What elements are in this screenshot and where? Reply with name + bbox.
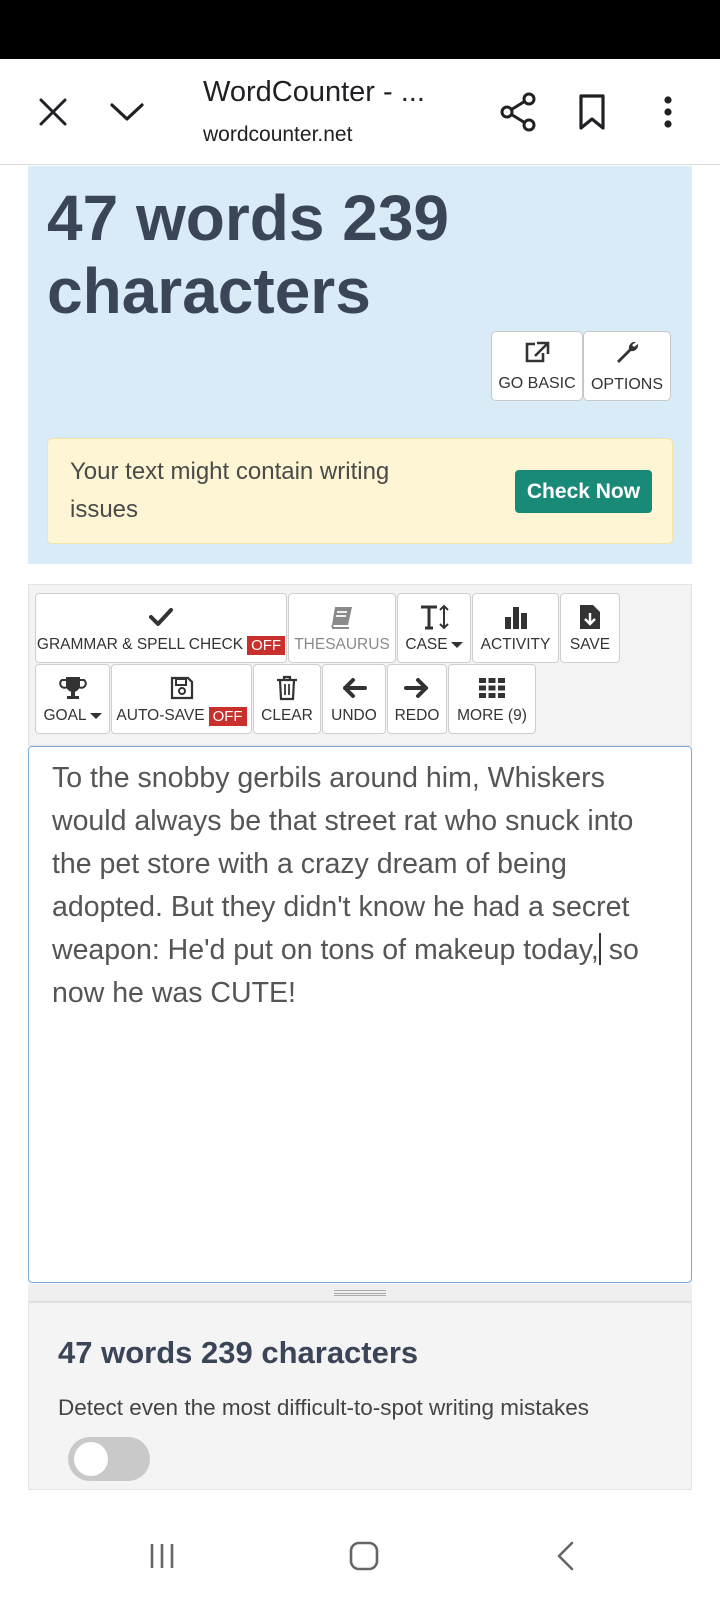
external-link-icon (523, 340, 551, 369)
file-download-icon (578, 602, 602, 632)
text-height-icon (419, 602, 449, 632)
check-icon (148, 602, 174, 632)
text-editor[interactable]: To the snobby gerbils around him, Whiske… (28, 746, 692, 1283)
grammar-off-badge: OFF (247, 635, 286, 655)
arrow-left-icon (341, 673, 367, 703)
book-icon (329, 602, 355, 632)
redo-button[interactable]: REDO (387, 664, 447, 734)
chevron-down-icon[interactable] (105, 92, 149, 132)
page-content: 47 words 239 characters GO BASIC OPTIONS … (0, 166, 720, 1510)
editor-resize-handle[interactable] (28, 1284, 692, 1302)
grammar-spell-check-button[interactable]: GRAMMAR & SPELL CHECK OFF (35, 593, 287, 663)
trash-icon (276, 673, 298, 703)
hero-word-count: 47 words 239 characters (47, 182, 449, 327)
wrench-icon (614, 339, 640, 370)
counter-hero: 47 words 239 characters GO BASIC OPTIONS … (28, 166, 692, 564)
share-icon[interactable] (496, 90, 540, 134)
floppy-disk-icon (170, 673, 194, 703)
bookmark-icon[interactable] (572, 90, 612, 134)
footer-word-count: 47 words 239 characters (58, 1335, 419, 1370)
page-url[interactable]: wordcounter.net (203, 123, 352, 147)
page-title[interactable]: WordCounter - ... (203, 76, 425, 109)
save-button[interactable]: SAVE (560, 593, 620, 663)
back-icon[interactable] (544, 1536, 588, 1576)
close-icon[interactable] (33, 92, 73, 132)
status-bar (0, 0, 720, 59)
auto-save-button[interactable]: AUTO-SAVE OFF (111, 664, 252, 734)
home-icon[interactable] (342, 1536, 386, 1576)
stats-footer: 47 words 239 characters Detect even the … (28, 1302, 692, 1490)
more-button[interactable]: MORE (9) (448, 664, 536, 734)
toggle-knob (74, 1442, 108, 1476)
clear-button[interactable]: CLEAR (253, 664, 321, 734)
editor-content[interactable]: To the snobby gerbils around him, Whiske… (52, 757, 672, 1015)
goal-button[interactable]: GOAL (35, 664, 110, 734)
auto-save-off-badge: OFF (208, 706, 247, 726)
grip-icon (334, 1290, 386, 1296)
more-vert-icon[interactable] (648, 90, 688, 134)
go-basic-button[interactable]: GO BASIC (491, 331, 583, 401)
case-button[interactable]: CASE (397, 593, 471, 663)
arrow-right-icon (404, 673, 430, 703)
check-now-button[interactable]: Check Now (515, 470, 652, 513)
caret-down-icon (89, 713, 102, 719)
alert-message: Your text might contain writing issues (70, 458, 390, 523)
bar-chart-icon (503, 602, 529, 632)
undo-button[interactable]: UNDO (322, 664, 386, 734)
footer-description: Detect even the most difficult-to-spot w… (58, 1395, 590, 1420)
writing-check-toggle[interactable] (68, 1437, 150, 1481)
recent-apps-icon[interactable] (140, 1536, 184, 1576)
editor-toolbar: GRAMMAR & SPELL CHECK OFF THESAURUS CASE … (28, 584, 692, 746)
options-button[interactable]: OPTIONS (583, 331, 671, 401)
activity-button[interactable]: ACTIVITY (472, 593, 559, 663)
grid-icon (478, 673, 506, 703)
trophy-icon (58, 673, 87, 703)
writing-issues-alert: Your text might contain writing issues C… (47, 438, 673, 544)
caret-down-icon (450, 642, 463, 648)
thesaurus-button[interactable]: THESAURUS (288, 593, 396, 663)
